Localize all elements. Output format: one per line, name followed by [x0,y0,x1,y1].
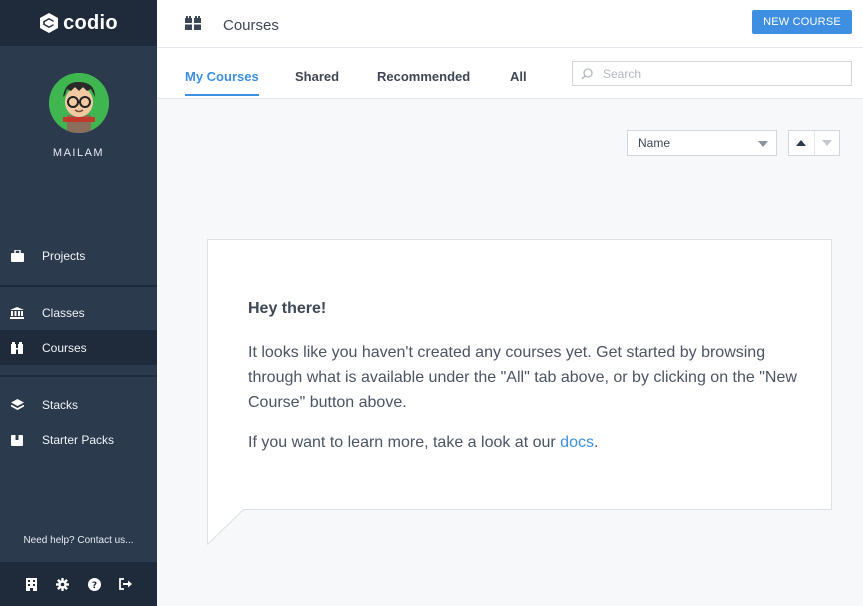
brand[interactable]: codio [0,0,157,46]
learn-more-text: If you want to learn more, take a look a… [248,434,561,451]
sidebar-item-label: Starter Packs [42,432,115,447]
empty-state-message: It looks like you haven't created any co… [248,344,797,411]
codio-logo-icon [39,12,59,34]
gear-icon[interactable] [56,577,70,591]
tab-my-courses[interactable]: My Courses [185,69,259,96]
sidebar-item-courses[interactable]: Courses [0,330,157,365]
search-box [572,61,852,86]
new-course-button[interactable]: NEW COURSE [752,10,852,34]
arrow-up-icon [796,140,807,146]
tab-recommended[interactable]: Recommended [377,69,470,94]
courses-icon [185,16,203,30]
svg-text:?: ? [92,581,97,591]
empty-state-learn-more: If you want to learn more, take a look a… [248,430,598,455]
sidebar-item-starter-packs[interactable]: Starter Packs [0,422,157,457]
sort-ascending-button[interactable] [789,131,814,155]
sort-direction [788,130,840,156]
tab-all[interactable]: All [510,69,527,94]
sort-descending-button[interactable] [813,131,840,155]
sidebar: codio MAILAM Projects Classes Courses St… [0,0,157,606]
institution-icon [10,306,24,320]
sidebar-item-projects[interactable]: Projects [0,238,157,273]
sidebar-item-classes[interactable]: Classes [0,295,157,330]
user-profile: MAILAM [0,46,157,159]
sort-selected-value: Name [638,136,671,150]
search-input[interactable] [603,66,843,81]
courses-icon [10,341,24,355]
page-title: Courses [223,17,279,34]
briefcase-icon [10,249,24,263]
docs-link[interactable]: docs [560,434,594,451]
sidebar-nav: Projects Classes Courses Stacks Starter … [0,238,157,457]
speech-tail [207,509,244,545]
empty-state-heading: Hey there! [248,300,327,317]
sort-select[interactable]: Name [627,130,777,156]
tab-bar: My Courses Shared Recommended All [157,48,863,99]
empty-state-card: Hey there! It looks like you haven't cre… [207,239,832,510]
question-icon[interactable]: ? [87,577,101,591]
brand-name: codio [63,11,118,34]
layers-icon [10,398,24,412]
building-icon[interactable] [25,577,39,591]
sidebar-item-stacks[interactable]: Stacks [0,387,157,422]
sidebar-footer: ? [0,562,157,606]
sidebar-item-label: Stacks [42,397,79,412]
sign-out-icon[interactable] [118,577,132,591]
arrow-down-icon [821,140,832,146]
sidebar-item-label: Classes [42,305,85,320]
username: MAILAM [52,147,105,159]
search-icon [581,67,595,81]
help-link[interactable]: Need help? Contact us... [0,535,157,546]
avatar[interactable] [48,73,109,133]
card-border [243,509,832,510]
top-header: Courses NEW COURSE [157,0,863,48]
chevron-down-icon [758,141,768,147]
learn-more-suffix: . [593,434,599,451]
box-icon [10,433,24,447]
tab-shared[interactable]: Shared [295,69,339,94]
sidebar-item-label: Projects [42,248,86,263]
sidebar-item-label: Courses [42,340,87,355]
